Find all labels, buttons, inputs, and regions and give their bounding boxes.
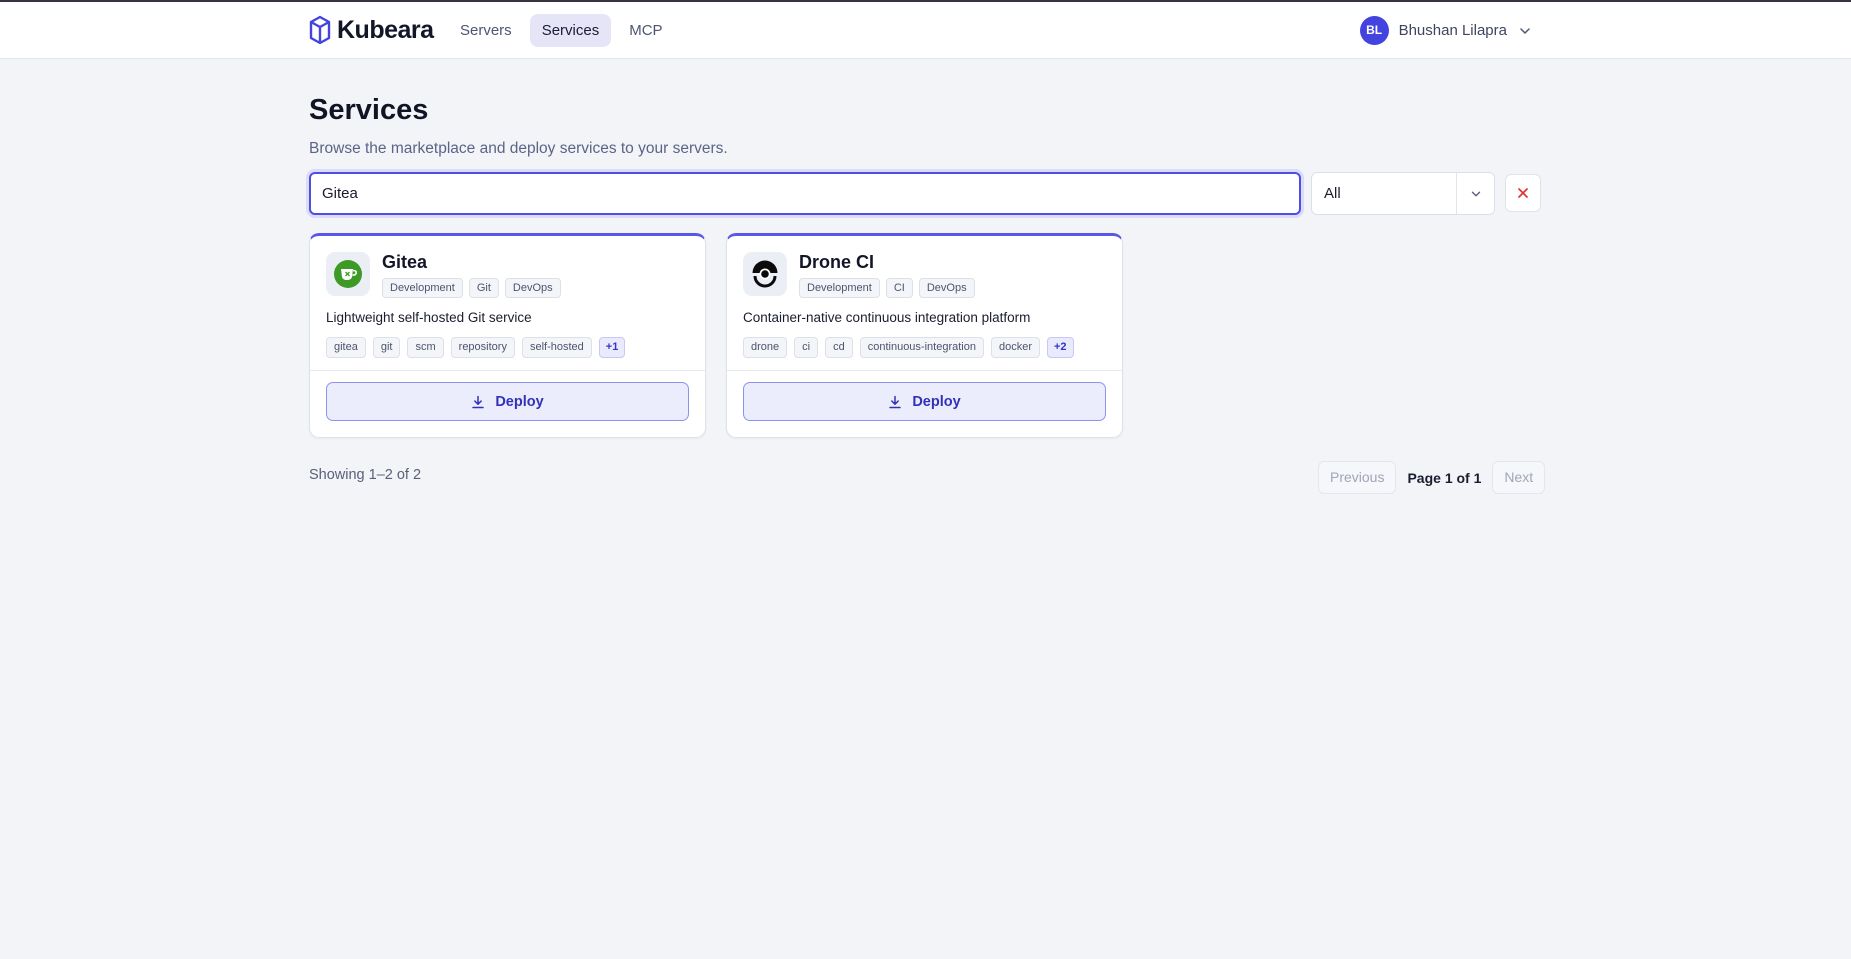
next-page-button[interactable]: Next <box>1492 461 1546 494</box>
filter-dropdown-toggle[interactable] <box>1456 173 1494 214</box>
chevron-down-icon <box>1471 191 1480 196</box>
tag-badge: scm <box>407 337 444 358</box>
service-name: Gitea <box>382 252 428 272</box>
clear-search-button[interactable] <box>1505 174 1541 212</box>
tag-badge: git <box>372 337 401 358</box>
close-icon <box>1518 188 1528 198</box>
nav-item-mcp[interactable]: MCP <box>617 14 674 47</box>
top-navbar: Kubeara Servers Services MCP BL Bhushan … <box>0 2 1851 59</box>
tag-badge: ci <box>794 337 819 358</box>
service-tags: gitea git scm repository self-hosted +1 <box>326 337 626 358</box>
tag-badge: docker <box>990 337 1040 358</box>
user-name: Bhushan Lilapra <box>1398 22 1507 39</box>
chevron-down-icon <box>1520 27 1530 34</box>
kubeara-cube-icon <box>309 15 331 45</box>
deploy-label: Deploy <box>912 393 961 410</box>
previous-page-button[interactable]: Previous <box>1318 461 1397 494</box>
app-logo[interactable]: Kubeara <box>309 14 434 46</box>
nav-item-servers[interactable]: Servers <box>448 14 524 47</box>
page-indicator: Page 1 of 1 <box>1407 469 1482 486</box>
tag-badge: self-hosted <box>521 337 592 358</box>
card-divider <box>727 370 1122 371</box>
category-badge: Development <box>382 278 463 298</box>
app-name: Kubeara <box>337 15 434 44</box>
pagination: Previous Page 1 of 1 Next <box>1318 461 1546 494</box>
service-icon-container <box>326 252 370 296</box>
category-badge: DevOps <box>918 278 975 298</box>
service-name: Drone CI <box>799 252 875 272</box>
service-card-gitea: Gitea Development Git DevOps Lightweight… <box>309 233 706 438</box>
deploy-button[interactable]: Deploy <box>326 382 689 421</box>
service-categories: Development CI DevOps <box>799 278 975 298</box>
gitea-tea-icon <box>334 260 362 288</box>
deploy-label: Deploy <box>495 393 544 410</box>
tag-badge: drone <box>743 337 788 358</box>
service-categories: Development Git DevOps <box>382 278 561 298</box>
avatar: BL <box>1359 16 1389 45</box>
more-tags-badge[interactable]: +2 <box>1047 337 1074 358</box>
page-subtitle: Browse the marketplace and deploy servic… <box>309 140 728 157</box>
category-badge: CI <box>885 278 913 298</box>
category-badge: Git <box>468 278 499 298</box>
main-nav: Servers Services MCP <box>448 14 675 47</box>
page-title: Services <box>309 94 429 126</box>
user-menu[interactable]: BL Bhushan Lilapra <box>1359 16 1533 45</box>
service-description: Container-native continuous integration … <box>743 310 1031 325</box>
card-divider <box>310 370 705 371</box>
tag-badge: gitea <box>326 337 366 358</box>
tag-badge: cd <box>825 337 853 358</box>
service-icon-container <box>743 252 787 296</box>
category-filter-select[interactable]: All <box>1311 172 1495 215</box>
deploy-button[interactable]: Deploy <box>743 382 1106 421</box>
download-icon <box>889 395 902 408</box>
tag-badge: continuous-integration <box>859 337 984 358</box>
tag-badge: repository <box>450 337 515 358</box>
drone-icon <box>752 260 778 288</box>
more-tags-badge[interactable]: +1 <box>598 337 626 358</box>
service-card-drone-ci: Drone CI Development CI DevOps Container… <box>726 233 1123 438</box>
nav-item-services[interactable]: Services <box>529 14 612 47</box>
category-badge: Development <box>799 278 880 298</box>
filter-selected-value: All <box>1324 185 1341 202</box>
search-input[interactable] <box>309 172 1301 215</box>
results-summary: Showing 1–2 of 2 <box>309 467 422 483</box>
service-description: Lightweight self-hosted Git service <box>326 310 532 325</box>
service-tags: drone ci cd continuous-integration docke… <box>743 337 1074 358</box>
category-badge: DevOps <box>504 278 561 298</box>
download-icon <box>472 395 485 408</box>
